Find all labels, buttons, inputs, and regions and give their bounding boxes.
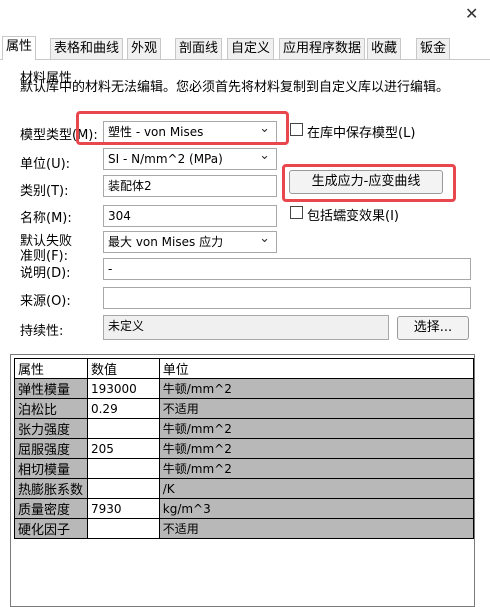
tab-bar: 属性 表格和曲线 外观 剖面线 自定义 应用程序数据 收藏 钣金 (0, 36, 490, 60)
property-name: 硬化因子 (14, 518, 88, 539)
table-row: 相切模量 牛顿/mm^2 (14, 458, 475, 479)
table-header: 属性 数值 单位 (14, 358, 475, 379)
property-unit: /K (158, 478, 475, 499)
property-name: 张力强度 (14, 418, 88, 439)
tab-custom[interactable]: 自定义 (227, 38, 275, 60)
property-name: 弹性模量 (14, 378, 88, 399)
property-value[interactable]: 193000 (86, 378, 160, 399)
sustainability-field: 未定义 (103, 315, 389, 340)
property-name: 热膨胀系数 (14, 478, 88, 499)
name-label: 名称(M): (20, 211, 72, 226)
table-row: 热膨胀系数 /K (14, 478, 475, 499)
name-field[interactable]: 304 (103, 205, 277, 227)
creep-label: 包括蠕变效果(I) (307, 209, 399, 224)
header-value: 数值 (86, 358, 160, 379)
generate-button-highlight (282, 164, 456, 202)
units-select[interactable]: SI - N/mm^2 (MPa) (103, 148, 277, 170)
property-value[interactable] (86, 458, 160, 479)
property-value[interactable]: 205 (86, 438, 160, 459)
select-button[interactable]: 选择... (397, 316, 469, 340)
save-model-label: 在库中保存模型(L) (307, 126, 416, 141)
table-row: 质量密度 7930 kg/m^3 (14, 498, 475, 519)
property-unit: 牛顿/mm^2 (158, 438, 475, 459)
category-label: 类别(T): (20, 184, 69, 199)
property-value[interactable] (86, 518, 160, 539)
category-field[interactable]: 装配体2 (103, 175, 277, 197)
header-property: 属性 (14, 358, 88, 379)
property-name: 相切模量 (14, 458, 88, 479)
read-only-notice: 默认库中的材料无法编辑。您必须首先将材料复制到自定义库以进行编辑。 (20, 80, 450, 95)
tab-tables-curves[interactable]: 表格和曲线 (50, 38, 124, 60)
source-field[interactable] (103, 287, 471, 309)
model-type-highlight (76, 111, 289, 145)
creep-checkbox[interactable] (290, 206, 303, 219)
property-unit: 牛顿/mm^2 (158, 378, 475, 399)
tab-crosshatch[interactable]: 剖面线 (175, 38, 223, 60)
property-value[interactable]: 0.29 (86, 398, 160, 419)
property-value[interactable] (86, 418, 160, 439)
tab-favorites[interactable]: 收藏 (367, 38, 402, 60)
property-unit: 牛顿/mm^2 (158, 458, 475, 479)
save-model-checkbox[interactable] (290, 123, 303, 136)
property-name: 屈服强度 (14, 438, 88, 459)
description-field[interactable]: - (103, 258, 471, 280)
table-row: 弹性模量 193000 牛顿/mm^2 (14, 378, 475, 399)
units-label: 单位(U): (20, 157, 71, 172)
table-row: 屈服强度 205 牛顿/mm^2 (14, 438, 475, 459)
tab-properties[interactable]: 属性 (2, 36, 37, 60)
close-icon[interactable]: ✕ (465, 4, 478, 23)
header-unit: 单位 (158, 358, 475, 379)
property-name: 泊松比 (14, 398, 88, 419)
property-unit: 不适用 (158, 518, 475, 539)
property-unit: kg/m^3 (158, 498, 475, 519)
description-label: 说明(D): (20, 266, 71, 281)
sustainability-label: 持续性: (20, 324, 64, 339)
property-value[interactable]: 7930 (86, 498, 160, 519)
tab-sheet-metal[interactable]: 钣金 (416, 38, 451, 60)
property-name: 质量密度 (14, 498, 88, 519)
failure-criterion-select[interactable]: 最大 von Mises 应力 (103, 231, 277, 253)
table-row: 张力强度 牛顿/mm^2 (14, 418, 475, 439)
tab-appearance[interactable]: 外观 (127, 38, 162, 60)
property-value[interactable] (86, 478, 160, 499)
property-unit: 不适用 (158, 398, 475, 419)
source-label: 来源(O): (20, 294, 71, 309)
property-unit: 牛顿/mm^2 (158, 418, 475, 439)
properties-table: 属性 数值 单位 弹性模量 193000 牛顿/mm^2 泊松比 0.29 不适… (10, 354, 475, 607)
table-row: 硬化因子 不适用 (14, 518, 475, 539)
tab-application-data[interactable]: 应用程序数据 (279, 38, 366, 60)
table-row: 泊松比 0.29 不适用 (14, 398, 475, 419)
